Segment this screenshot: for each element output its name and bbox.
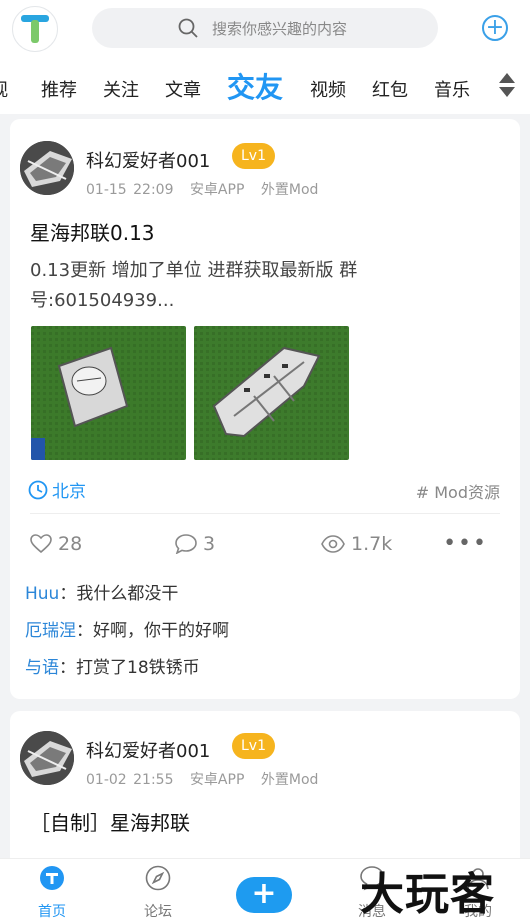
nav-forum[interactable]: 论坛 xyxy=(118,859,198,921)
search-icon xyxy=(178,18,198,38)
nav-home[interactable]: 首页 xyxy=(12,859,92,921)
comment-user[interactable]: 厄瑞涅 xyxy=(25,621,76,641)
nav-forum-label: 论坛 xyxy=(144,904,172,920)
author-name[interactable]: 科幻爱好者001 xyxy=(86,737,210,763)
post-title[interactable]: ［自制］星海邦联 xyxy=(30,807,190,836)
post-category: 外置Mod xyxy=(260,182,319,198)
views-indicator: 1.7k xyxy=(321,533,392,555)
comment-button[interactable]: 3 xyxy=(175,533,215,555)
tab-expand-icon[interactable] xyxy=(498,72,516,98)
divider xyxy=(30,513,500,514)
view-count: 1.7k xyxy=(351,533,393,555)
comment-item[interactable]: 与语：打赏了18铁锈币 xyxy=(25,653,200,678)
post-meta: 01-15 22:09 安卓APP 外置Mod xyxy=(86,179,328,199)
create-post-button[interactable]: + xyxy=(236,877,292,913)
comment-text: ：我什么都没干 xyxy=(59,584,179,604)
author-name[interactable]: 科幻爱好者001 xyxy=(86,147,210,173)
post-image[interactable] xyxy=(194,326,349,460)
level-badge: Lv1 xyxy=(232,733,275,759)
search-placeholder: 搜索你感兴趣的内容 xyxy=(212,19,348,38)
comment-text: ：好啊，你干的好啊 xyxy=(76,621,229,641)
post-platform: 安卓APP xyxy=(189,772,245,788)
tab-item[interactable]: 关注 xyxy=(103,76,139,102)
app-logo[interactable] xyxy=(12,6,58,52)
comment-count: 3 xyxy=(203,533,216,555)
comment-item[interactable]: 厄瑞涅：好啊，你干的好啊 xyxy=(25,616,229,641)
topic-tag[interactable]: # Mod资源 xyxy=(416,479,500,503)
home-icon xyxy=(40,866,64,890)
level-badge: Lv1 xyxy=(232,143,275,169)
comment-item[interactable]: Huu：我什么都没干 xyxy=(25,579,178,604)
comment-icon xyxy=(175,534,197,554)
eye-icon xyxy=(321,535,345,553)
heart-icon xyxy=(30,534,52,554)
clock-icon xyxy=(28,480,48,499)
comment-text: ：打赏了18铁锈币 xyxy=(59,658,200,678)
like-button[interactable]: 28 xyxy=(30,533,82,555)
location[interactable]: 北京 xyxy=(28,477,86,502)
top-header: 搜索你感兴趣的内容 + xyxy=(0,0,530,58)
category-tabs: 观 推荐 关注 文章 交友 视频 红包 音乐 xyxy=(0,58,530,114)
post-meta: 01-02 21:55 安卓APP 外置Mod xyxy=(86,769,328,789)
compass-icon xyxy=(145,865,171,891)
post-image[interactable] xyxy=(31,326,186,460)
post-time: 01-02 21:55 xyxy=(86,772,174,788)
post-body[interactable]: 0.13更新 增加了单位 进群获取最新版 群号:601504939... xyxy=(30,256,500,316)
tab-item[interactable]: 推荐 xyxy=(41,76,77,102)
tab-item[interactable]: 文章 xyxy=(165,76,201,102)
post-title[interactable]: 星海邦联0.13 xyxy=(30,217,155,246)
location-text: 北京 xyxy=(52,482,86,502)
tab-item[interactable]: 观 xyxy=(0,76,8,102)
post-platform: 安卓APP xyxy=(189,182,245,198)
watermark-logo: 大玩客 xyxy=(360,869,495,920)
add-post-icon[interactable]: + xyxy=(482,15,508,41)
like-count: 28 xyxy=(58,533,83,555)
tab-item[interactable]: 视频 xyxy=(310,76,346,102)
tab-item[interactable]: 红包 xyxy=(372,76,408,102)
tab-item[interactable]: 音乐 xyxy=(434,76,470,102)
post-time: 01-15 22:09 xyxy=(86,182,174,198)
tab-item-active[interactable]: 交友 xyxy=(227,66,283,106)
comment-user[interactable]: 与语 xyxy=(25,658,59,678)
nav-home-label: 首页 xyxy=(38,904,66,920)
post-category: 外置Mod xyxy=(260,772,319,788)
more-options-icon[interactable]: ••• xyxy=(443,531,488,556)
avatar[interactable] xyxy=(20,731,74,785)
search-bar[interactable]: 搜索你感兴趣的内容 xyxy=(92,8,438,48)
avatar[interactable] xyxy=(20,141,74,195)
comment-user[interactable]: Huu xyxy=(25,584,59,604)
post-card[interactable]: 科幻爱好者001 Lv1 01-15 22:09 安卓APP 外置Mod 星海邦… xyxy=(10,119,520,699)
